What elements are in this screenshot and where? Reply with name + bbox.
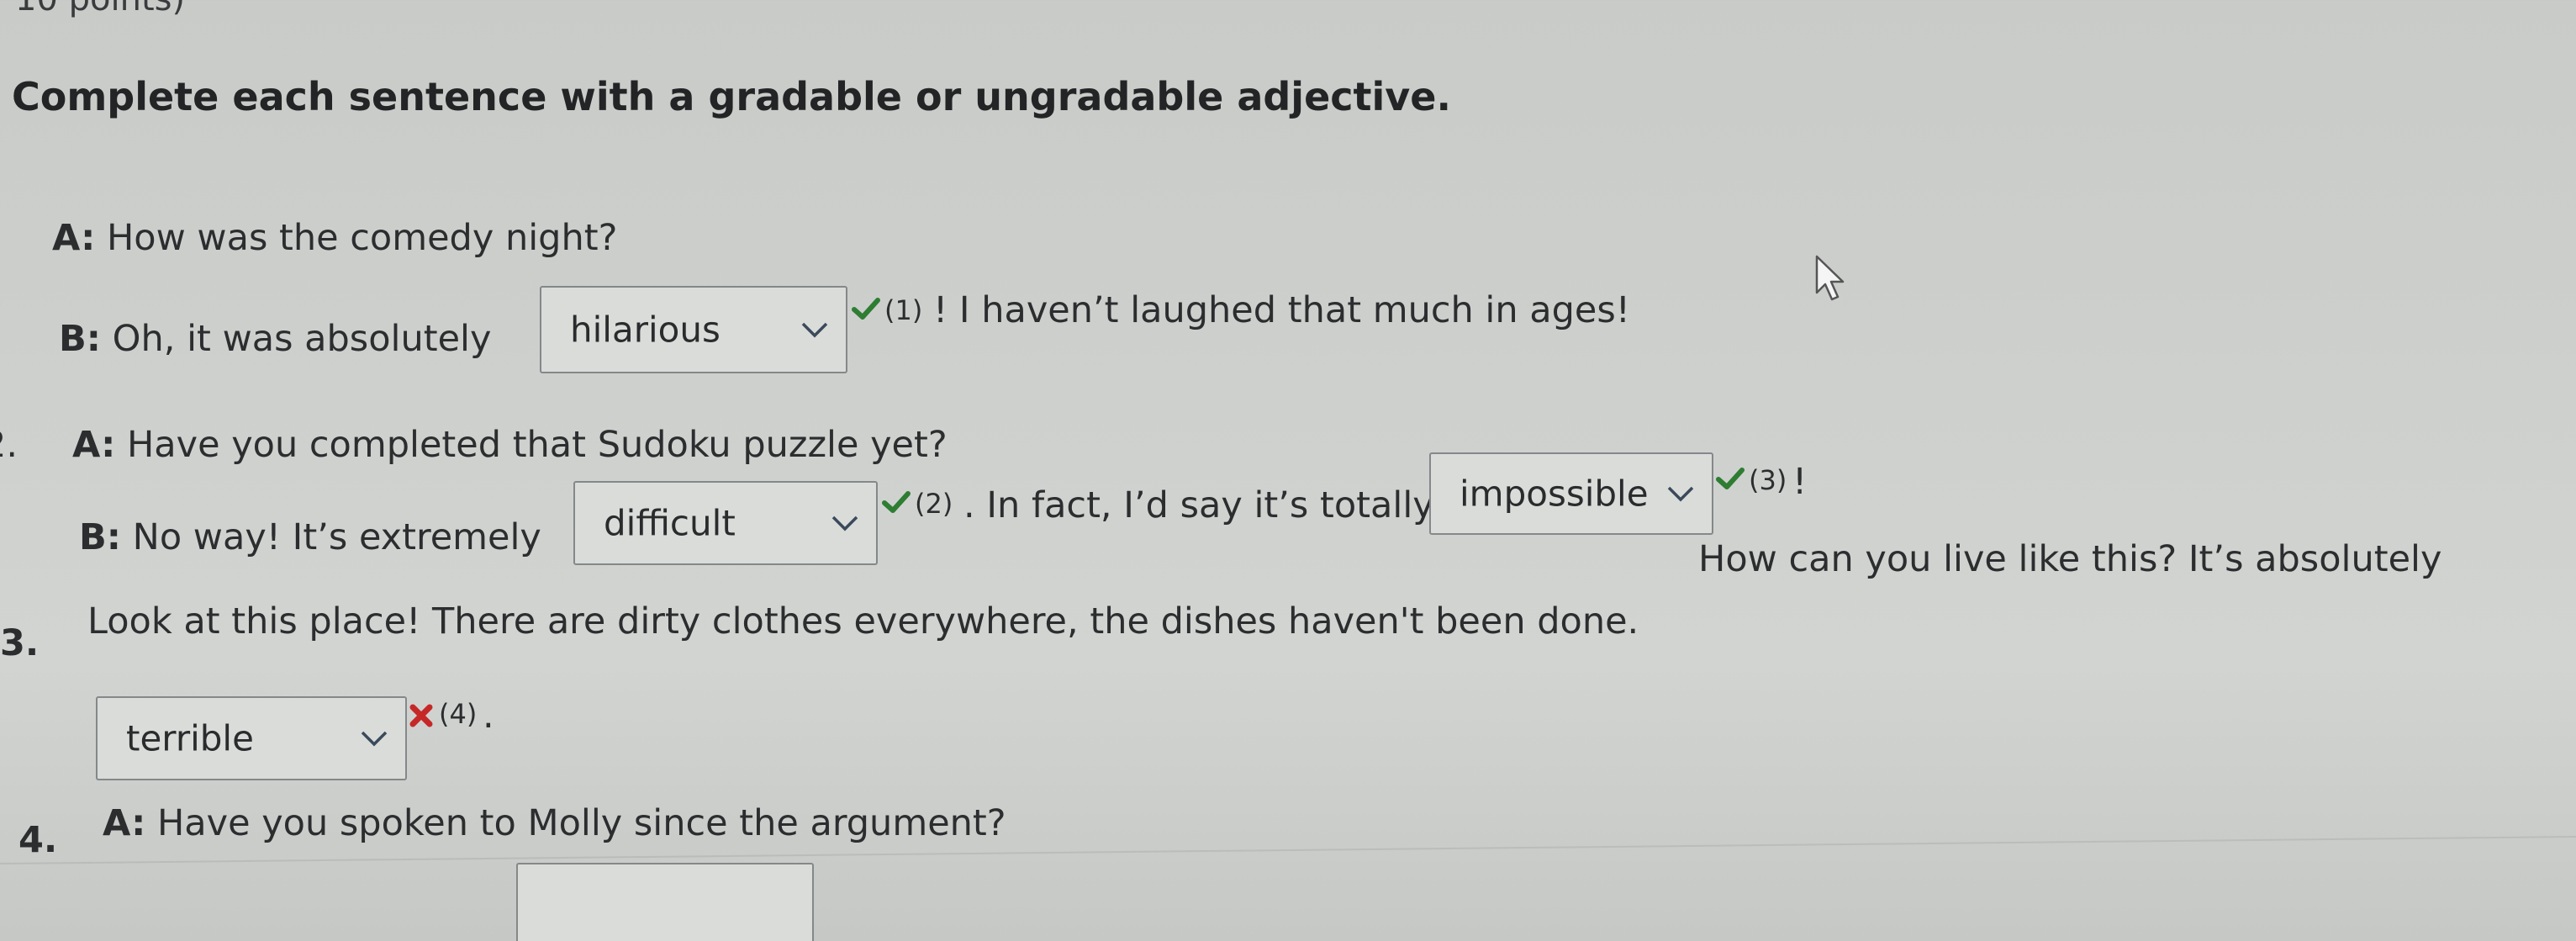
speaker-a-label: A: <box>72 424 116 466</box>
speaker-b-label: B: <box>59 318 101 360</box>
q3-text-main: Look at this place! There are dirty clot… <box>87 600 1639 642</box>
answer-value-1: hilarious <box>570 309 721 351</box>
answer-value-2: difficult <box>604 502 736 544</box>
q2-line-b-before: B: No way! It’s extremely <box>79 516 541 558</box>
q2-text-before: No way! It’s extremely <box>132 516 541 558</box>
q4-number: 4. <box>18 819 58 861</box>
check-icon <box>1716 468 1745 489</box>
points-label: 10 points) <box>15 0 185 19</box>
q2-line-a: A: Have you completed that Sudoku puzzle… <box>72 424 948 466</box>
speaker-b-label: B: <box>79 516 121 558</box>
q1-line-a: A: How was the comedy night? <box>52 217 617 259</box>
check-icon <box>882 491 911 513</box>
answer-dropdown-4[interactable]: terrible <box>96 696 407 780</box>
chevron-down-icon <box>1667 486 1694 502</box>
speaker-a-label: A: <box>103 802 146 844</box>
q4-line-a: A: Have you spoken to Molly since the ar… <box>103 802 1006 844</box>
q1-text-after: ! I haven’t laughed that much in ages! <box>933 289 1631 331</box>
marker-1: (1) <box>884 294 923 326</box>
q2-question-text: Have you completed that Sudoku puzzle ye… <box>126 424 948 466</box>
answer-dropdown-1[interactable]: hilarious <box>540 286 847 373</box>
q2-text-middle: . In fact, I’d say it’s totally <box>963 484 1434 526</box>
cross-icon <box>409 704 433 727</box>
answer-dropdown-2[interactable]: difficult <box>573 481 878 565</box>
answer-dropdown-3[interactable]: impossible <box>1429 452 1713 535</box>
chevron-down-icon <box>831 515 858 531</box>
q3-end: . <box>483 695 494 737</box>
chevron-down-icon <box>801 322 828 338</box>
answer-dropdown-5[interactable] <box>516 863 814 941</box>
marker-2: (2) <box>915 488 953 520</box>
q2-text-end: ! <box>1792 461 1808 503</box>
marker-3: (3) <box>1749 464 1787 496</box>
q4-question-text: Have you spoken to Molly since the argum… <box>156 802 1006 844</box>
q3-number: 3. <box>0 622 40 664</box>
chevron-down-icon <box>361 731 388 747</box>
instruction-heading: Complete each sentence with a gradable o… <box>12 74 1451 119</box>
marker-4: (4) <box>439 698 478 730</box>
q1-line-b-before: B: Oh, it was absolutely <box>59 318 491 360</box>
check-icon <box>852 298 880 320</box>
q3-text-top: How can you live like this? It’s absolut… <box>1698 538 2442 580</box>
q1-question-text: How was the comedy night? <box>106 217 618 259</box>
q2-number: 2. <box>0 424 18 466</box>
speaker-a-label: A: <box>52 217 96 259</box>
mouse-cursor-icon <box>1815 255 1845 301</box>
answer-value-4: terrible <box>126 717 254 759</box>
answer-value-3: impossible <box>1460 473 1649 515</box>
q1-text-before: Oh, it was absolutely <box>112 318 492 360</box>
